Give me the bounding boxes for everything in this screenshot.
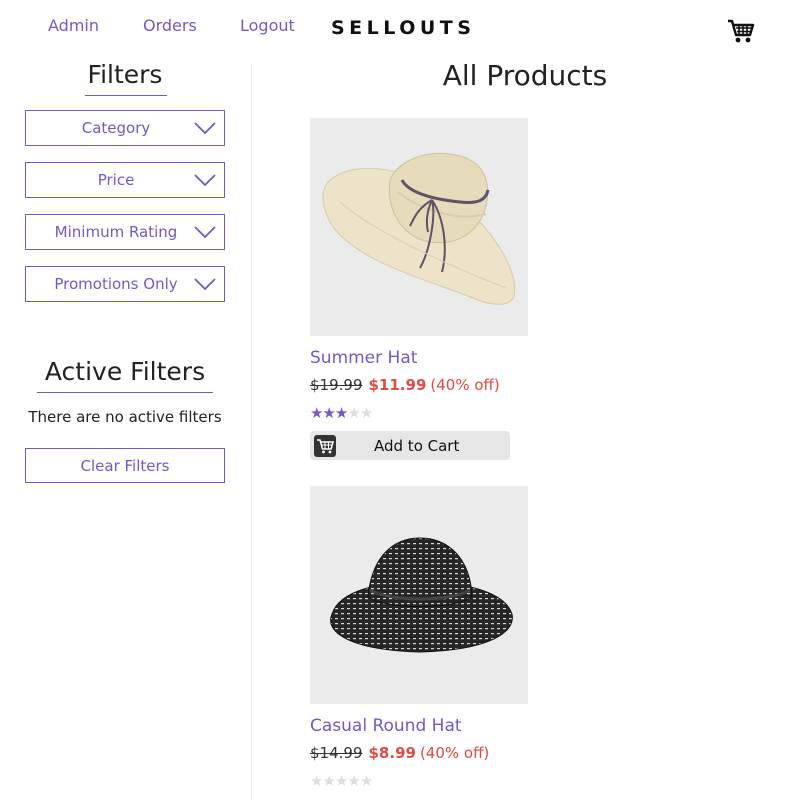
- brand-logo[interactable]: SELLOUTS: [331, 17, 475, 39]
- active-filters-heading-underline: [37, 392, 213, 393]
- add-to-cart-label: Add to Cart: [374, 437, 460, 455]
- chevron-down-icon: [194, 278, 216, 291]
- star-rating: ★★★★★: [310, 773, 610, 789]
- star-empty-icon: ★: [347, 404, 360, 422]
- round-hat-image: [330, 537, 513, 653]
- summer-hat-image: [322, 153, 516, 305]
- cart-icon: [314, 435, 336, 457]
- product-image[interactable]: [310, 486, 528, 704]
- add-to-cart-button[interactable]: Add to Cart: [310, 431, 510, 460]
- star-empty-icon: ★: [347, 772, 360, 790]
- sidebar-divider: [251, 64, 252, 800]
- star-empty-icon: ★: [359, 772, 373, 790]
- original-price: $19.99: [310, 376, 363, 394]
- chevron-down-icon: [194, 226, 216, 239]
- price-dropdown-label: Price: [97, 171, 135, 189]
- category-dropdown[interactable]: Category: [25, 110, 225, 146]
- product-image[interactable]: [310, 118, 528, 336]
- product-name[interactable]: Summer Hat: [310, 347, 610, 369]
- star-empty-icon: ★: [334, 772, 348, 790]
- star-rating: ★★★★★: [310, 405, 610, 421]
- sale-price: $11.99: [368, 376, 427, 394]
- nav-link-admin[interactable]: Admin: [48, 16, 99, 35]
- filters-heading-underline: [85, 95, 167, 96]
- minimum-rating-dropdown-label: Minimum Rating: [54, 223, 178, 241]
- product-prices: $19.99 $11.99 (40% off): [310, 375, 610, 395]
- nav-link-orders[interactable]: Orders: [143, 16, 197, 35]
- price-dropdown[interactable]: Price: [25, 162, 225, 198]
- product-card: Summer Hat $19.99 $11.99 (40% off) ★★★★★ A…: [310, 118, 610, 464]
- star-empty-icon: ★: [359, 404, 373, 422]
- top-nav: Admin Orders Logout SELLOUTS: [0, 0, 800, 56]
- product-name[interactable]: Casual Round Hat: [310, 715, 610, 737]
- chevron-down-icon: [194, 122, 216, 135]
- promotions-only-dropdown[interactable]: Promotions Only: [25, 266, 225, 302]
- discount-label: (40% off): [430, 376, 500, 394]
- product-prices: $14.99 $8.99 (40% off): [310, 743, 610, 763]
- nav-link-logout[interactable]: Logout: [240, 16, 295, 35]
- star-empty-icon: ★: [322, 772, 335, 790]
- star-filled-icon: ★: [334, 404, 348, 422]
- category-dropdown-label: Category: [81, 119, 151, 137]
- product-card: Casual Round Hat $14.99 $8.99 (40% off) ★★…: [310, 486, 610, 789]
- original-price: $14.99: [310, 744, 363, 762]
- sale-price: $8.99: [368, 744, 416, 762]
- shopping-cart-icon[interactable]: [727, 18, 755, 44]
- filters-heading: Filters: [87, 60, 163, 89]
- discount-label: (40% off): [419, 744, 490, 762]
- page-title: All Products: [442, 59, 608, 92]
- clear-filters-button[interactable]: Clear Filters: [25, 448, 225, 483]
- star-empty-icon: ★: [310, 772, 323, 790]
- no-active-filters-text: There are no active filters: [28, 408, 222, 426]
- chevron-down-icon: [194, 174, 216, 187]
- active-filters-heading: Active Filters: [44, 357, 206, 386]
- promotions-only-dropdown-label: Promotions Only: [54, 275, 178, 293]
- minimum-rating-dropdown[interactable]: Minimum Rating: [25, 214, 225, 250]
- star-filled-icon: ★: [322, 404, 335, 422]
- star-filled-icon: ★: [310, 404, 323, 422]
